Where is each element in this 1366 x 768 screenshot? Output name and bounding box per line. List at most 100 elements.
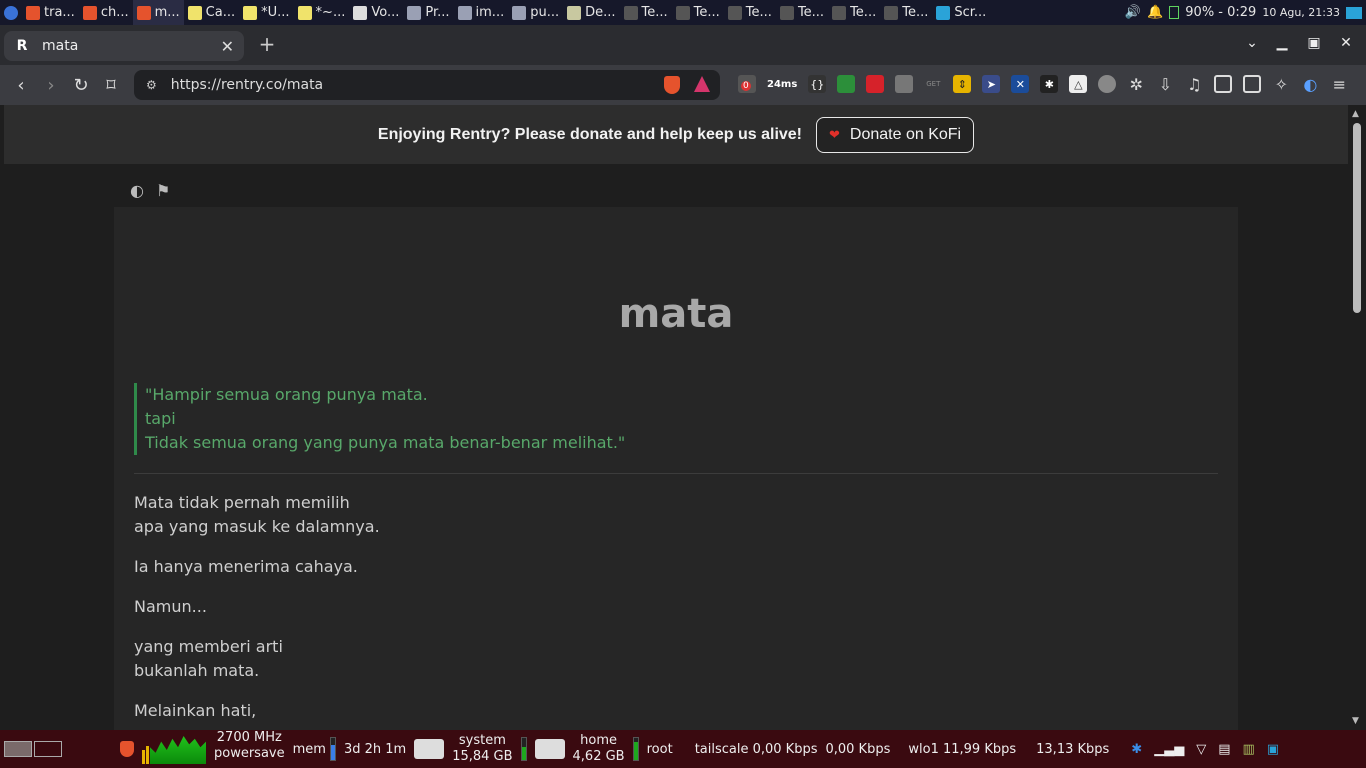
task-app-icon: [512, 5, 527, 20]
menu-icon[interactable]: ≡: [1330, 75, 1348, 94]
extension-camera-icon[interactable]: [895, 75, 914, 93]
workspace-pager[interactable]: [0, 730, 66, 768]
workspace-1[interactable]: [4, 741, 32, 757]
task-label: Scr...: [954, 5, 987, 20]
tray-icons: ✱ ▁▃▅ ▽ ▤ ▥ ▣: [1127, 730, 1283, 768]
extension-timer[interactable]: 24ms: [767, 79, 797, 90]
taskbar-task[interactable]: Te...: [828, 0, 880, 25]
donate-kofi-button[interactable]: ❤ Donate on KoFi: [816, 116, 975, 153]
maximize-button[interactable]: ▣: [1304, 35, 1324, 51]
app-menu-button[interactable]: [0, 0, 22, 25]
leo-ai-icon[interactable]: ✧: [1272, 75, 1290, 94]
taskbar-task[interactable]: Te...: [672, 0, 724, 25]
notification-icon[interactable]: 🔔: [1147, 5, 1163, 20]
volume-icon[interactable]: 🔊: [1125, 5, 1141, 20]
extension-cursor-icon[interactable]: ➤: [982, 75, 1001, 93]
taskbar-task[interactable]: Scr...: [932, 0, 990, 25]
extension-red-icon[interactable]: [866, 75, 885, 93]
taskbar-task[interactable]: Vo...: [349, 0, 403, 25]
taskbar-task[interactable]: Ca...: [184, 0, 239, 25]
taskbar-task[interactable]: *~...: [294, 0, 350, 25]
taskbar-task[interactable]: im...: [454, 0, 509, 25]
taskbar-task[interactable]: Te...: [776, 0, 828, 25]
task-app-icon: [297, 5, 312, 20]
article-container: mata "Hampir semua orang punya mata. tapi…: [114, 207, 1238, 730]
heart-icon: ❤: [829, 126, 840, 142]
page-scrollbar[interactable]: ▲ ▼: [1348, 105, 1366, 730]
taskbar-task[interactable]: Te...: [620, 0, 672, 25]
tab-search-chevron-icon[interactable]: ⌄: [1242, 35, 1262, 51]
brave-icon: [120, 741, 134, 757]
back-button[interactable]: ‹: [6, 70, 36, 100]
scrollbar-thumb[interactable]: [1353, 123, 1361, 313]
rentry-favicon-icon: R: [16, 38, 28, 54]
taskbar-task[interactable]: pu...: [508, 0, 563, 25]
taskbar-task[interactable]: Te...: [880, 0, 932, 25]
extension-white-icon[interactable]: △: [1069, 75, 1088, 93]
task-app-icon: [26, 5, 40, 20]
theme-toggle-icon[interactable]: ◐: [130, 181, 144, 200]
report-flag-icon[interactable]: ⚑: [156, 181, 170, 200]
extension-getcrx-icon[interactable]: GET: [924, 75, 943, 93]
clipboard-icon[interactable]: ▤: [1218, 742, 1230, 757]
disk-system-size: 15,84 GB: [452, 749, 513, 764]
close-window-button[interactable]: ✕: [1336, 35, 1356, 51]
trash-icon[interactable]: ▥: [1243, 742, 1255, 757]
new-tab-button[interactable]: +: [256, 33, 278, 55]
scroll-up-arrow-icon[interactable]: ▲: [1352, 109, 1359, 119]
battery-status[interactable]: 90% - 0:29: [1185, 5, 1256, 20]
downloads-icon[interactable]: ⇩: [1156, 75, 1174, 94]
extension-dev-icon[interactable]: ✕: [1011, 75, 1030, 93]
extension-trash-icon[interactable]: 0: [738, 75, 756, 93]
article-body: Mata tidak pernah memilih apa yang masuk …: [134, 491, 380, 730]
bookmark-icon[interactable]: ⌑: [96, 70, 126, 100]
address-bar[interactable]: ⚙ https://rentry.co/mata: [134, 70, 720, 100]
scroll-down-arrow-icon[interactable]: ▼: [1352, 716, 1359, 726]
taskbar-task[interactable]: tra...: [22, 0, 79, 25]
brave-launcher[interactable]: [116, 730, 138, 768]
extension-bug-icon[interactable]: ✱: [1040, 75, 1059, 93]
task-app-icon: [407, 5, 422, 20]
screenshot-icon[interactable]: ▣: [1267, 742, 1279, 757]
forward-button[interactable]: ›: [36, 70, 66, 100]
extension-circle-icon[interactable]: [1098, 75, 1117, 93]
vpn-icon[interactable]: ▽: [1196, 742, 1206, 757]
url-text[interactable]: https://rentry.co/mata: [171, 77, 323, 93]
tab-mata[interactable]: R mata ✕: [4, 31, 244, 61]
taskbar-task[interactable]: ch...: [79, 0, 133, 25]
wallet-icon[interactable]: [1243, 75, 1262, 93]
clock[interactable]: 10 Agu, 21:33: [1262, 6, 1340, 19]
cpu-graph: [138, 730, 210, 768]
donate-label: Donate on KoFi: [849, 125, 962, 143]
minimize-button[interactable]: ▁: [1272, 35, 1292, 51]
system-taskbar: tra... ch... m... Ca... *U... *~... Vo... Pr...…: [0, 0, 1366, 25]
taskbar-task[interactable]: De...: [563, 0, 619, 25]
media-icon[interactable]: ♫: [1185, 75, 1203, 94]
extension-json-icon[interactable]: {}: [808, 75, 827, 93]
workspace-2[interactable]: [34, 741, 62, 757]
taskbar-task[interactable]: Te...: [724, 0, 776, 25]
bluetooth-icon[interactable]: ✱: [1131, 742, 1142, 757]
extension-green-icon[interactable]: [837, 75, 856, 93]
paragraph: Ia hanya menerima cahaya.: [134, 555, 380, 579]
taskbar-task[interactable]: *U...: [239, 0, 293, 25]
extension-yellow-icon[interactable]: ⇕: [953, 75, 972, 93]
show-desktop-icon[interactable]: [1346, 6, 1362, 19]
taskbar-task[interactable]: Pr...: [403, 0, 453, 25]
task-app-icon: [727, 5, 742, 20]
profile-icon[interactable]: ◐: [1301, 75, 1319, 94]
task-label: tra...: [44, 5, 75, 20]
battery-icon[interactable]: [1169, 6, 1180, 19]
sidebar-icon[interactable]: [1214, 75, 1233, 93]
taskbar-task[interactable]: m...: [132, 0, 184, 25]
paragraph: Melainkan hati,: [134, 699, 380, 723]
extensions-puzzle-icon[interactable]: ✲: [1127, 75, 1145, 94]
brave-rewards-icon[interactable]: [694, 76, 710, 92]
cpu-bar: [142, 750, 145, 764]
wifi-signal-icon[interactable]: ▁▃▅: [1154, 742, 1184, 757]
reload-button[interactable]: ↻: [66, 70, 96, 100]
cpu-frequency: 2700 MHz powersave: [210, 730, 289, 768]
brave-shields-icon[interactable]: [664, 76, 680, 94]
site-settings-icon[interactable]: ⚙: [146, 78, 157, 92]
tab-close-icon[interactable]: ✕: [221, 37, 234, 56]
